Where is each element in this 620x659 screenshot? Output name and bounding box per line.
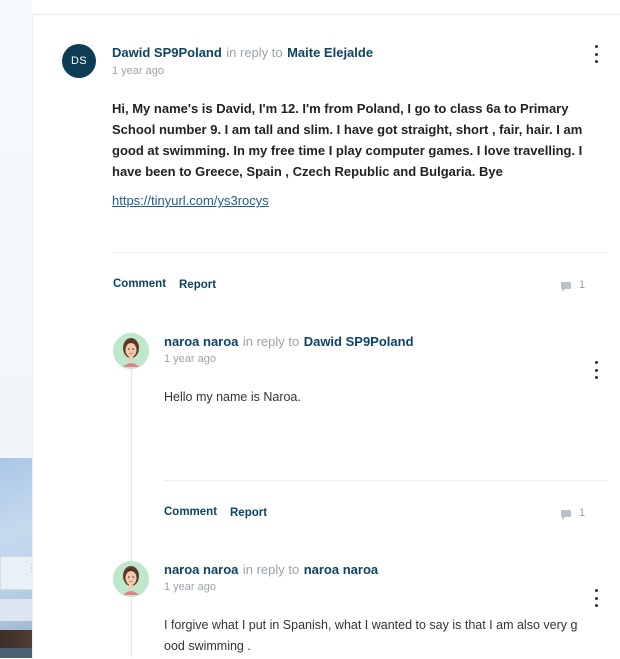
girl-avatar-icon (113, 333, 149, 369)
reply-count[interactable]: 1 (561, 507, 585, 520)
in-reply-to-text: in reply to (242, 562, 300, 577)
reply-body-line: ood swimming . (164, 639, 251, 653)
more-options-icon[interactable] (592, 589, 600, 607)
report-button[interactable]: Report (179, 279, 216, 291)
reply-header: naroa naroa in reply to Dawid SP9Poland (164, 333, 414, 351)
timestamp: 1 year ago (164, 581, 216, 593)
avatar[interactable] (113, 561, 149, 597)
comment-body: Hi, My name's is David, I'm 12. I'm from… (112, 101, 583, 179)
divider (164, 480, 608, 481)
comment-bubble-icon (561, 509, 571, 520)
avatar[interactable]: DS (62, 44, 96, 78)
girl-avatar-icon (113, 561, 149, 597)
avatar[interactable] (113, 333, 149, 369)
timestamp: 1 year ago (112, 65, 164, 77)
comment-bubble-icon (561, 281, 571, 292)
report-button[interactable]: Report (230, 507, 267, 519)
thread-line (131, 365, 132, 658)
reply-body-line: I forgive what I put in Spanish, what I … (164, 618, 578, 632)
comment-link[interactable]: https://tinyurl.com/ys3rocys (112, 193, 269, 208)
reply-target-name[interactable]: Maite Elejalde (287, 45, 373, 60)
more-options-icon[interactable] (592, 45, 600, 63)
author-name[interactable]: naroa naroa (164, 334, 238, 349)
reply-body: Hello my name is Naroa. (164, 390, 301, 404)
comment-header: Dawid SP9Poland in reply to Maite Elejal… (112, 44, 373, 62)
comment-button[interactable]: Comment (164, 506, 217, 518)
reply-header: naroa naroa in reply to naroa naroa (164, 561, 378, 579)
comment-button[interactable]: Comment (113, 278, 166, 290)
reply-target-name[interactable]: Dawid SP9Poland (304, 334, 414, 349)
divider (112, 252, 608, 253)
reply-count[interactable]: 1 (561, 279, 585, 292)
in-reply-to-text: in reply to (242, 334, 300, 349)
author-name[interactable]: Dawid SP9Poland (112, 45, 222, 60)
timestamp: 1 year ago (164, 353, 216, 365)
author-name[interactable]: naroa naroa (164, 562, 238, 577)
more-options-icon[interactable] (592, 361, 600, 379)
in-reply-to-text: in reply to (226, 45, 283, 60)
reply-target-name[interactable]: naroa naroa (304, 562, 378, 577)
